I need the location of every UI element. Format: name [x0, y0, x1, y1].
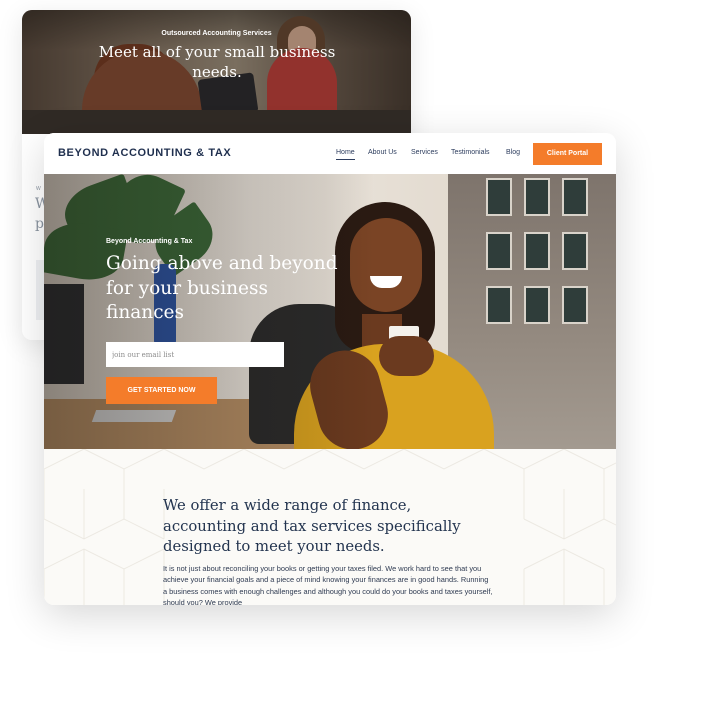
- website-preview: BEYOND ACCOUNTING & TAX Home About Us Se…: [44, 133, 616, 605]
- services-paragraph: It is not just about reconciling your bo…: [163, 564, 493, 605]
- services-intro-section: We offer a wide range of finance, accoun…: [44, 449, 616, 605]
- back-faint-block: [36, 260, 44, 320]
- back-hero-image: Outsourced Accounting Services Meet all …: [22, 10, 411, 134]
- nav-about-us[interactable]: About Us: [368, 149, 397, 156]
- get-started-button[interactable]: GET STARTED NOW: [106, 377, 217, 404]
- back-hero-title: Meet all of your small business needs.: [98, 43, 336, 81]
- back-fragment-heading-2: p: [35, 216, 44, 232]
- services-heading: We offer a wide range of finance, accoun…: [163, 497, 461, 555]
- site-logo[interactable]: BEYOND ACCOUNTING & TAX: [58, 147, 231, 159]
- nav-services[interactable]: Services: [411, 149, 438, 156]
- navbar: BEYOND ACCOUNTING & TAX Home About Us Se…: [44, 133, 616, 174]
- client-portal-button[interactable]: Client Portal: [533, 143, 602, 165]
- hero-section: Beyond Accounting & Tax Going above and …: [44, 174, 616, 449]
- email-signup-input[interactable]: [106, 342, 284, 367]
- back-fragment-label: W: [36, 186, 41, 192]
- hero-eyebrow: Beyond Accounting & Tax: [106, 238, 193, 245]
- nav-home[interactable]: Home: [336, 149, 355, 160]
- nav-blog[interactable]: Blog: [506, 149, 520, 156]
- hero-title: Going above and beyond for your business…: [106, 253, 338, 323]
- nav-testimonials[interactable]: Testimonials: [451, 149, 490, 156]
- back-hero-eyebrow: Outsourced Accounting Services: [161, 30, 272, 37]
